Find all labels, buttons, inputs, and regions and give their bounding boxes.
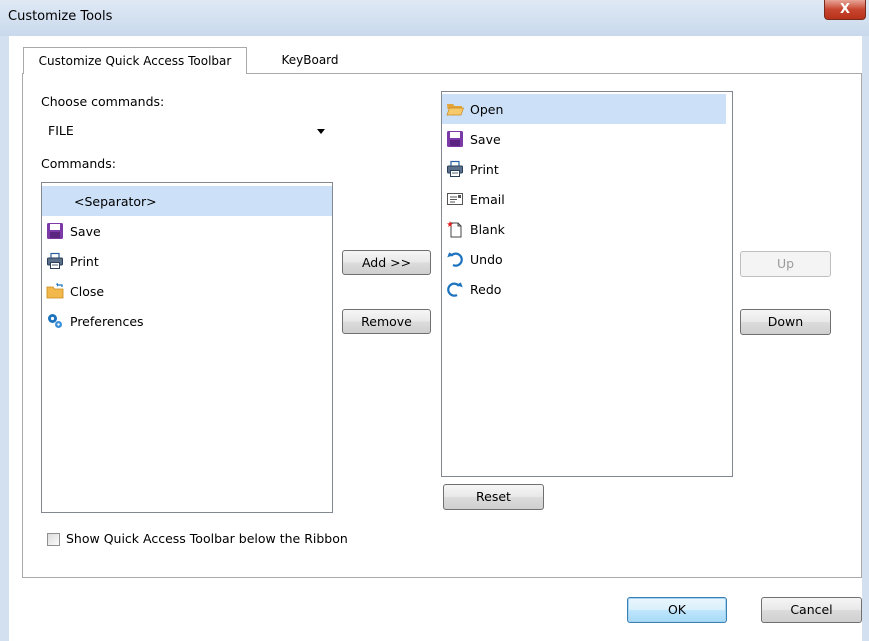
blank-page-icon: [446, 220, 464, 238]
list-item-label: Open: [470, 101, 504, 117]
list-item-redo[interactable]: Redo: [442, 274, 732, 304]
window-title: Customize Tools: [8, 9, 113, 24]
window-frame-left: [0, 36, 9, 641]
undo-icon: [446, 250, 464, 268]
show-below-ribbon-checkbox[interactable]: [47, 533, 60, 546]
reset-button[interactable]: Reset: [443, 484, 544, 510]
close-folder-icon: [46, 282, 64, 300]
list-item-save[interactable]: Save: [42, 216, 332, 246]
cancel-button[interactable]: Cancel: [761, 597, 862, 623]
list-item-preferences[interactable]: Preferences: [42, 306, 332, 336]
show-below-ribbon-label[interactable]: Show Quick Access Toolbar below the Ribb…: [66, 531, 348, 546]
list-item-close[interactable]: Close: [42, 276, 332, 306]
tab-customize-quick-access-toolbar[interactable]: Customize Quick Access Toolbar: [23, 47, 247, 74]
list-item-print[interactable]: Print: [42, 246, 332, 276]
list-item-save[interactable]: Save: [442, 124, 732, 154]
open-folder-icon: [446, 100, 464, 118]
choose-commands-label: Choose commands:: [41, 94, 165, 109]
list-item-label: Undo: [470, 251, 503, 267]
list-item-label: Close: [70, 283, 105, 299]
list-item-open[interactable]: Open: [442, 94, 726, 124]
save-icon: [446, 130, 464, 148]
down-button[interactable]: Down: [740, 309, 831, 335]
redo-icon: [446, 280, 464, 298]
list-item-print[interactable]: Print: [442, 154, 732, 184]
toolbar-items-list[interactable]: Open Save Print Email Blank Undo Redo: [441, 91, 733, 477]
list-item-separator[interactable]: <Separator>: [42, 186, 332, 216]
up-button[interactable]: Up: [740, 251, 831, 277]
command-category-dropdown[interactable]: FILE: [41, 118, 332, 142]
title-bar: Customize Tools X: [0, 0, 869, 36]
chevron-down-icon[interactable]: [317, 129, 325, 134]
save-icon: [46, 222, 64, 240]
list-item-label: Redo: [470, 281, 502, 297]
gears-icon: [46, 312, 64, 330]
list-item-label: Print: [470, 161, 499, 177]
blank-icon: [46, 192, 70, 210]
ok-button[interactable]: OK: [627, 597, 727, 623]
list-item-label: Email: [470, 191, 505, 207]
list-item-label: Save: [70, 223, 101, 239]
list-item-undo[interactable]: Undo: [442, 244, 732, 274]
tab-keyboard[interactable]: KeyBoard: [250, 47, 370, 74]
list-item-blank[interactable]: Blank: [442, 214, 732, 244]
close-window-button[interactable]: X: [824, 0, 866, 20]
list-item-email[interactable]: Email: [442, 184, 732, 214]
remove-button[interactable]: Remove: [342, 309, 431, 334]
add-button[interactable]: Add >>: [342, 250, 431, 275]
command-category-value: FILE: [48, 123, 74, 138]
list-item-label: Preferences: [70, 313, 144, 329]
print-icon: [446, 160, 464, 178]
list-item-label: Blank: [470, 221, 505, 237]
list-item-label: Print: [70, 253, 99, 269]
commands-label: Commands:: [41, 156, 116, 171]
list-item-label: <Separator>: [74, 193, 157, 209]
print-icon: [46, 252, 64, 270]
list-item-label: Save: [470, 131, 501, 147]
window-frame-right: [862, 36, 869, 641]
email-icon: [446, 190, 464, 208]
commands-list[interactable]: <Separator> Save Print Close Preferences: [41, 182, 333, 513]
